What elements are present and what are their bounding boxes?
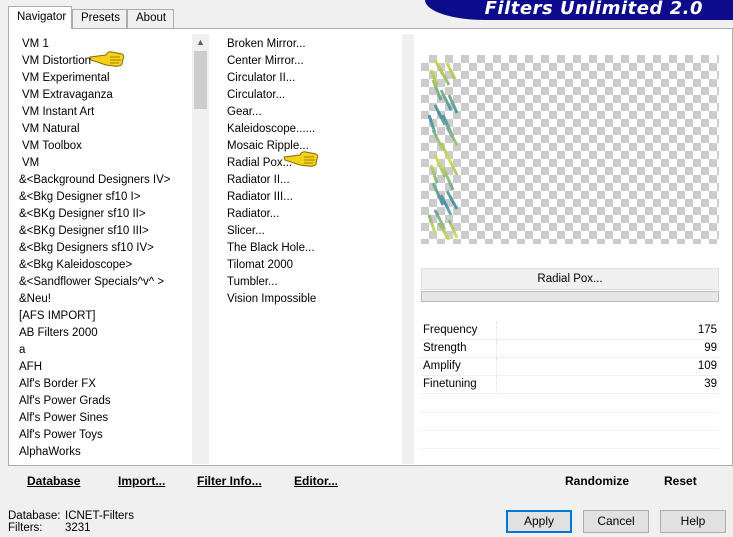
param-label: Amplify — [423, 360, 461, 372]
randomize-button[interactable]: Randomize — [565, 474, 629, 488]
param-value: 109 — [697, 360, 717, 372]
param-slider[interactable] — [496, 358, 689, 376]
category-item[interactable]: AB Filters 2000 — [19, 325, 98, 342]
category-item[interactable]: VM Natural — [22, 121, 80, 138]
filter-item[interactable]: Broken Mirror... — [227, 36, 306, 53]
filter-item[interactable]: Tumbler... — [227, 274, 278, 291]
filter-item[interactable]: Gear... — [227, 104, 262, 121]
filter-list[interactable]: Broken Mirror... Center Mirror... Circulat… — [222, 34, 402, 464]
param-label: Finetuning — [423, 378, 477, 390]
tab-about[interactable]: About — [127, 9, 174, 28]
category-item[interactable]: VM Instant Art — [22, 104, 94, 121]
apply-button[interactable]: Apply — [506, 510, 572, 533]
category-item[interactable]: &<Bkg Designers sf10 IV> — [19, 240, 154, 257]
database-button[interactable]: Database — [27, 474, 80, 488]
filter-item[interactable]: Slicer... — [227, 223, 265, 240]
cancel-button[interactable]: Cancel — [583, 510, 649, 533]
param-slider[interactable] — [496, 340, 689, 358]
filter-item[interactable]: Radiator II... — [227, 172, 290, 189]
category-item[interactable]: AFH — [19, 359, 42, 376]
param-row-amplify[interactable]: Amplify 109 — [421, 358, 719, 376]
param-value: 99 — [704, 342, 717, 354]
param-slider[interactable] — [496, 322, 689, 340]
category-item[interactable]: &<BKg Designer sf10 III> — [19, 223, 149, 240]
category-item[interactable]: [AFS IMPORT] — [19, 308, 95, 325]
category-item[interactable]: Alf's Power Grads — [19, 393, 111, 410]
filter-item[interactable]: Vision Impossible — [227, 291, 316, 308]
preview-area — [421, 55, 719, 244]
current-filter-name: Radial Pox... — [421, 268, 719, 290]
empty-param-row — [421, 449, 719, 467]
category-item[interactable]: VM Experimental — [22, 70, 110, 87]
filters-count: 3231 — [65, 522, 91, 534]
filter-item[interactable]: The Black Hole... — [227, 240, 315, 257]
help-button[interactable]: Help — [660, 510, 726, 533]
filter-item[interactable]: Circulator II... — [227, 70, 295, 87]
progress-bar — [421, 291, 719, 302]
import-button[interactable]: Import... — [118, 474, 165, 488]
filters-label: Filters: — [8, 522, 43, 534]
empty-param-row — [421, 395, 719, 413]
title-banner: Filters Unlimited 2.0 — [425, 0, 733, 20]
category-item[interactable]: VM Toolbox — [22, 138, 82, 155]
param-value: 175 — [697, 324, 717, 336]
filter-info-button[interactable]: Filter Info... — [197, 474, 262, 488]
filter-item[interactable]: Circulator... — [227, 87, 285, 104]
param-label: Strength — [423, 342, 467, 354]
category-scroll-thumb[interactable] — [194, 51, 207, 109]
param-slider[interactable] — [496, 376, 689, 394]
category-item[interactable]: &Neu! — [19, 291, 51, 308]
category-item[interactable]: VM — [22, 155, 39, 172]
filter-scrollbar[interactable] — [402, 34, 414, 464]
category-item[interactable]: VM 1 — [22, 36, 49, 53]
filter-item[interactable]: Radiator... — [227, 206, 279, 223]
preview-image — [427, 59, 459, 241]
category-item[interactable]: &<BKg Designer sf10 II> — [19, 206, 146, 223]
database-label: Database: — [8, 510, 61, 522]
category-item[interactable]: &<Background Designers IV> — [19, 172, 171, 189]
category-item[interactable]: &<Bkg Designer sf10 I> — [19, 189, 140, 206]
category-scrollbar[interactable]: ▲ — [192, 34, 209, 464]
title-banner-text: Filters Unlimited 2.0 — [484, 0, 703, 19]
tab-presets[interactable]: Presets — [72, 9, 127, 28]
category-item[interactable]: a — [19, 342, 25, 359]
filter-item[interactable]: Radiator III... — [227, 189, 293, 206]
param-value: 39 — [704, 378, 717, 390]
pointing-hand-icon — [89, 51, 125, 67]
param-row-strength[interactable]: Strength 99 — [421, 340, 719, 358]
category-item[interactable]: VM Extravaganza — [22, 87, 113, 104]
category-list[interactable]: VM 1 VM Distortion VM Experimental VM Extra… — [14, 34, 192, 464]
empty-param-row — [421, 431, 719, 449]
category-item[interactable]: Alf's Power Toys — [19, 427, 103, 444]
category-item[interactable]: Alf's Power Sines — [19, 410, 108, 427]
filter-item[interactable]: Kaleidoscope...... — [227, 121, 315, 138]
param-row-frequency[interactable]: Frequency 175 — [421, 322, 719, 340]
param-row-finetuning[interactable]: Finetuning 39 — [421, 376, 719, 394]
category-item[interactable]: AlphaWorks — [19, 444, 81, 461]
category-item[interactable]: &<Bkg Kaleidoscope> — [19, 257, 132, 274]
tab-navigator[interactable]: Navigator — [8, 6, 72, 29]
scroll-up-arrow-icon[interactable]: ▲ — [192, 34, 209, 51]
filter-item[interactable]: Center Mirror... — [227, 53, 304, 70]
category-item[interactable]: VM Distortion — [22, 53, 91, 70]
empty-param-row — [421, 413, 719, 431]
filter-item[interactable]: Tilomat 2000 — [227, 257, 293, 274]
database-value: ICNET-Filters — [65, 510, 134, 522]
reset-button[interactable]: Reset — [664, 474, 697, 488]
pointing-hand-icon — [283, 151, 319, 167]
category-item[interactable]: &<Sandflower Specials^v^ > — [19, 274, 164, 291]
param-label: Frequency — [423, 324, 478, 336]
category-item[interactable]: Alf's Border FX — [19, 376, 96, 393]
editor-button[interactable]: Editor... — [294, 474, 338, 488]
